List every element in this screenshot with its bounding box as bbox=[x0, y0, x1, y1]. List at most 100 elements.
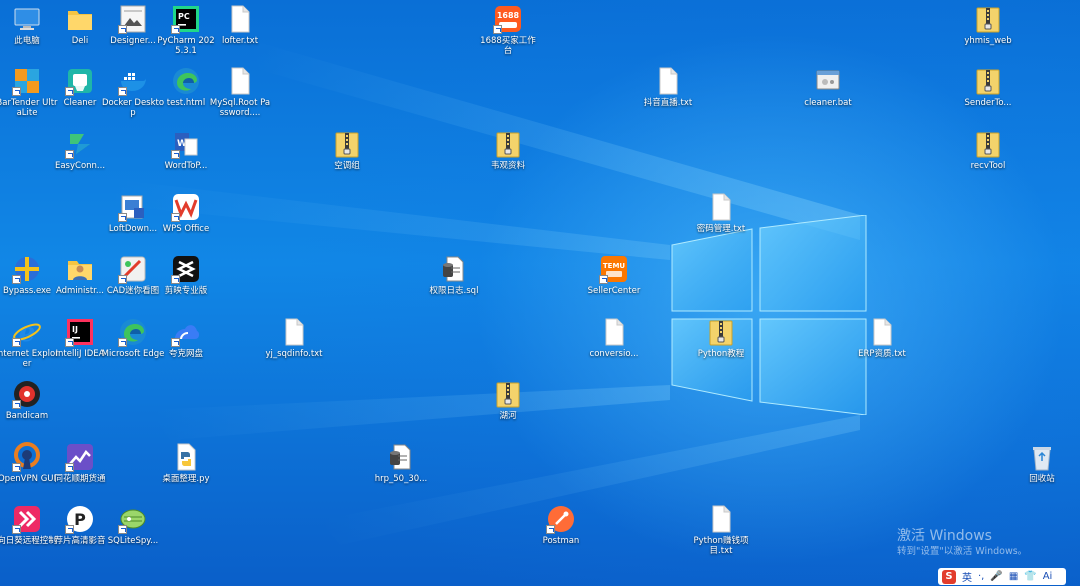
svg-text:P: P bbox=[74, 510, 86, 529]
desktop-icon-label: 湖河 bbox=[499, 411, 517, 421]
intellij-icon: IJ bbox=[65, 317, 95, 347]
desktop-icon[interactable]: recvTool bbox=[960, 129, 1016, 171]
desktop-icon[interactable]: Postman bbox=[533, 504, 589, 546]
shortcut-arrow-icon bbox=[546, 525, 555, 534]
desktop-icon[interactable]: Designer... bbox=[105, 4, 161, 46]
pycharm-icon: PC bbox=[171, 4, 201, 34]
desktop-icon[interactable]: 韦观资料 bbox=[480, 129, 536, 171]
ime-punct[interactable]: ·, bbox=[978, 571, 984, 582]
desktop-icon[interactable]: Python教程 bbox=[693, 317, 749, 359]
desktop-icon[interactable]: BarTender UltraLite bbox=[0, 66, 58, 118]
activation-watermark: 激活 Windows 转到"设置"以激活 Windows。 bbox=[897, 528, 1027, 558]
desktop-icon[interactable]: 抖音直播.txt bbox=[640, 66, 696, 108]
desktop-icon[interactable]: SenderTo... bbox=[960, 66, 1016, 108]
desktop-icon-label: Bandicam bbox=[5, 411, 49, 421]
sogou-logo-icon[interactable]: S bbox=[942, 569, 956, 584]
desktop-icon[interactable]: P 荐片高清影音 bbox=[52, 504, 108, 546]
zip-folder-icon bbox=[973, 4, 1003, 34]
zip-folder-icon bbox=[493, 379, 523, 409]
desktop-icon-label: cleaner.bat bbox=[804, 98, 852, 108]
openvpn-icon bbox=[12, 442, 42, 472]
activation-title: 激活 Windows bbox=[897, 528, 992, 544]
desktop-icon[interactable]: 桌面整理.py bbox=[158, 442, 214, 484]
shortcut-arrow-icon bbox=[171, 275, 180, 284]
postman-icon bbox=[546, 504, 576, 534]
desktop-icon-label: 抖音直播.txt bbox=[643, 98, 693, 108]
desktop-icon[interactable]: 密码管理.txt bbox=[693, 192, 749, 234]
ime-toolbar[interactable]: S 英 ·, 🎤 ▦ 👕 Ai bbox=[938, 568, 1066, 585]
desktop-icon[interactable]: SQLiteSpy... bbox=[105, 504, 161, 546]
desktop-icon[interactable]: yhmis_web bbox=[960, 4, 1016, 46]
desktop-icon[interactable]: 向日葵远程控制 bbox=[0, 504, 57, 546]
ai-icon[interactable]: Ai bbox=[1043, 571, 1053, 582]
desktop-icon[interactable]: Deli bbox=[52, 4, 108, 46]
desktop-icon[interactable]: WPS Office bbox=[158, 192, 214, 234]
desktop-icon-label: yhmis_web bbox=[964, 36, 1012, 46]
desktop-icon[interactable]: TEMU SellerCenter bbox=[586, 254, 642, 296]
desktop-icon[interactable]: e Internet Explorer bbox=[0, 317, 59, 369]
bypass-icon bbox=[12, 254, 42, 284]
shortcut-arrow-icon bbox=[118, 275, 127, 284]
shortcut-arrow-icon bbox=[12, 525, 21, 534]
shortcut-arrow-icon bbox=[12, 400, 21, 409]
desktop-icon-label: MySql.Root Password.... bbox=[209, 98, 271, 118]
docker-icon bbox=[118, 66, 148, 96]
desktop-icon[interactable]: 空调组 bbox=[319, 129, 375, 171]
desktop-icon[interactable]: EasyConn... bbox=[52, 129, 108, 171]
desktop-icon[interactable]: Docker Desktop bbox=[102, 66, 164, 118]
text-file-icon bbox=[653, 66, 683, 96]
desktop-icon[interactable]: Microsoft Edge bbox=[102, 317, 164, 359]
desktop-icon[interactable]: Cleaner bbox=[52, 66, 108, 108]
desktop-icon[interactable]: W WordToP... bbox=[158, 129, 214, 171]
desktop-icon-label: WPS Office bbox=[162, 224, 210, 234]
desktop-icon[interactable]: conversio... bbox=[586, 317, 642, 359]
desktop-icon-label: 桌面整理.py bbox=[162, 474, 210, 484]
desktop-icon[interactable]: 此电脑 bbox=[0, 4, 55, 46]
shortcut-arrow-icon bbox=[171, 338, 180, 347]
desktop-icon-label: Postman bbox=[542, 536, 580, 546]
desktop-icon[interactable]: lofter.txt bbox=[212, 4, 268, 46]
desktop-icon[interactable]: ERP资质.txt bbox=[854, 317, 910, 359]
desktop-icon[interactable]: 湖河 bbox=[480, 379, 536, 421]
desktop-icon[interactable]: MySql.Root Password.... bbox=[210, 66, 270, 118]
shortcut-arrow-icon bbox=[171, 213, 180, 222]
desktop-icon-label: 密码管理.txt bbox=[696, 224, 746, 234]
desktop-icon[interactable]: yj_sqdinfo.txt bbox=[265, 317, 323, 359]
shortcut-arrow-icon bbox=[118, 87, 127, 96]
desktop-icon[interactable]: 1688 1688买家工作台 bbox=[480, 4, 536, 56]
desktop-icon[interactable]: 剪映专业版 bbox=[158, 254, 214, 296]
stock-app-icon bbox=[65, 442, 95, 472]
svg-text:IJ: IJ bbox=[72, 325, 78, 334]
desktop-icon[interactable]: Python赚钱项目.txt bbox=[693, 504, 749, 556]
desktop-icon-label: yj_sqdinfo.txt bbox=[265, 349, 323, 359]
desktop-icon[interactable]: hrp_50_30... bbox=[373, 442, 429, 484]
skin-icon[interactable]: 👕 bbox=[1024, 571, 1036, 582]
desktop-icon[interactable]: LoftDown... bbox=[105, 192, 161, 234]
desktop-icon[interactable]: 同花顺期货通 bbox=[52, 442, 108, 484]
svg-text:PC: PC bbox=[178, 12, 190, 21]
desktop-icon[interactable]: test.html bbox=[158, 66, 214, 108]
desktop-icon[interactable]: cleaner.bat bbox=[800, 66, 856, 108]
zip-folder-icon bbox=[493, 129, 523, 159]
desktop-icon[interactable]: Administr... bbox=[52, 254, 108, 296]
shortcut-arrow-icon bbox=[599, 275, 608, 284]
ime-mode[interactable]: 英 bbox=[962, 569, 972, 584]
shortcut-arrow-icon bbox=[12, 275, 21, 284]
desktop-icon[interactable]: 权限日志.sql bbox=[426, 254, 482, 296]
desktop-icon[interactable]: 夸克网盘 bbox=[158, 317, 214, 359]
desktop-icon[interactable]: CAD迷你看图 bbox=[105, 254, 161, 296]
desktop-icon-label: lofter.txt bbox=[221, 36, 259, 46]
desktop-icon-label: recvTool bbox=[970, 161, 1006, 171]
desktop-icon-label: SellerCenter bbox=[587, 286, 641, 296]
desktop-icon[interactable]: Bandicam bbox=[0, 379, 55, 421]
desktop-icon[interactable]: OpenVPN GUI bbox=[0, 442, 56, 484]
shortcut-arrow-icon bbox=[171, 25, 180, 34]
desktop-icon[interactable]: Bypass.exe bbox=[0, 254, 55, 296]
desktop-icon[interactable]: 回收站 bbox=[1014, 442, 1070, 484]
desktop-icon[interactable]: PC PyCharm 2025.3.1 bbox=[157, 4, 215, 56]
desktop-icon-label: 权限日志.sql bbox=[429, 286, 479, 296]
desktop-icon[interactable]: IJ IntelliJ IDEA bbox=[52, 317, 108, 359]
keyboard-icon[interactable]: ▦ bbox=[1009, 571, 1018, 582]
microphone-icon[interactable]: 🎤 bbox=[990, 571, 1002, 582]
bartender-icon bbox=[12, 66, 42, 96]
